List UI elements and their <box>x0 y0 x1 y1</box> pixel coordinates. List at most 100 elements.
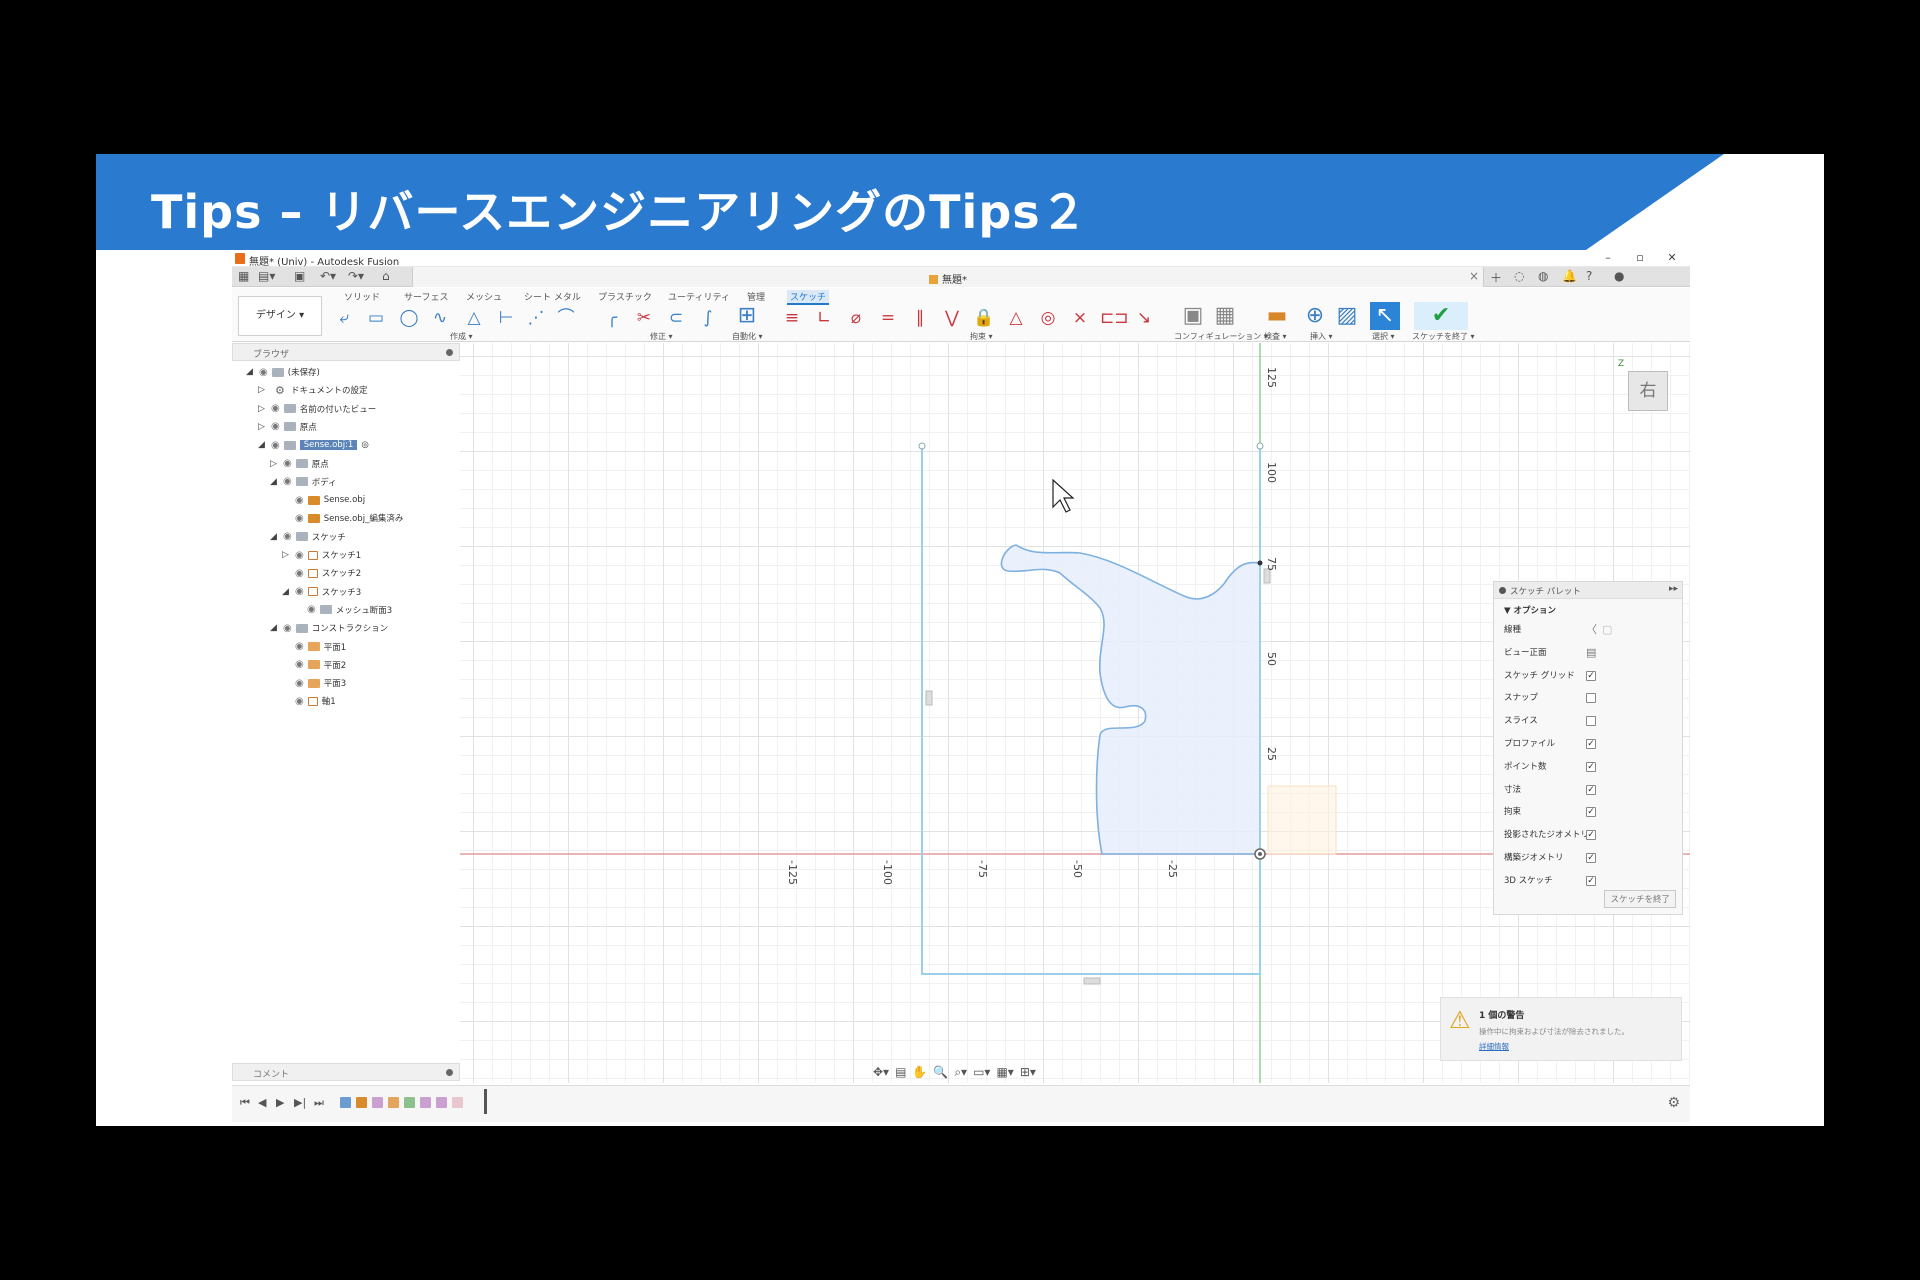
tab-sheet-metal[interactable]: シート メタル <box>524 290 581 303</box>
timeline-marker[interactable] <box>484 1089 487 1114</box>
triangle-constraint-icon[interactable]: △ <box>1004 308 1028 328</box>
circle-icon[interactable]: ◯ <box>397 308 421 328</box>
grid-settings-icon[interactable]: ▦▾ <box>996 1065 1013 1079</box>
document-tab[interactable]: 無題* × <box>412 267 1484 287</box>
arc-icon[interactable]: ⌒ <box>554 308 578 328</box>
close-icon[interactable]: ✕ <box>1662 251 1682 264</box>
browser-node[interactable]: ▷ ◉ スケッチ1 <box>282 546 361 564</box>
visibility-eye-icon[interactable]: ◉ <box>271 403 280 414</box>
concentric-icon[interactable]: ◎ <box>1036 308 1060 328</box>
collapse-arrow-icon[interactable]: ◢ <box>282 587 291 597</box>
browser-node[interactable]: ◉ Sense.obj <box>282 491 365 509</box>
browser-node[interactable]: ◉ メッシュ断面3 <box>294 601 392 619</box>
timeline-first-icon[interactable]: ⏮ <box>240 1096 250 1110</box>
timeline-play-icon[interactable]: ▶ <box>276 1096 284 1109</box>
close-tab-icon[interactable]: × <box>1469 269 1479 283</box>
visibility-eye-icon[interactable]: ◉ <box>307 604 316 615</box>
visibility-eye-icon[interactable]: ◉ <box>295 641 304 652</box>
collapse-arrow-icon[interactable]: ◢ <box>270 477 279 487</box>
browser-node[interactable]: ◉ スケッチ2 <box>282 564 361 582</box>
group-select-label[interactable]: 選択 ▾ <box>1372 331 1395 342</box>
measure-icon[interactable]: ▬ <box>1262 302 1292 330</box>
visibility-eye-icon[interactable]: ◉ <box>295 568 304 579</box>
timeline-next-icon[interactable]: ▶| <box>294 1096 306 1109</box>
curvature-icon[interactable]: ↘ <box>1132 308 1156 328</box>
linetype-icon[interactable]: 〈 <box>1586 619 1597 642</box>
visibility-eye-icon[interactable]: ◉ <box>295 513 304 524</box>
collapse-arrow-icon[interactable]: ◢ <box>258 440 267 450</box>
visibility-eye-icon[interactable]: ◉ <box>295 550 304 561</box>
visibility-eye-icon[interactable]: ◉ <box>295 678 304 689</box>
browser-node[interactable]: ◢ ◉ (未保存) <box>246 363 320 381</box>
timeline-feature[interactable] <box>388 1097 399 1108</box>
tab-plastic[interactable]: プラスチック <box>598 290 652 303</box>
browser-node[interactable]: ◢ ◉ Sense.obj:1 ◎ <box>258 436 369 454</box>
workspace-switcher[interactable]: デザイン ▾ <box>238 296 322 336</box>
viewports-icon[interactable]: ⊞▾ <box>1020 1065 1036 1079</box>
spline-icon[interactable]: ∿ <box>428 308 452 328</box>
timeline-feature[interactable] <box>404 1097 415 1108</box>
expand-arrow-icon[interactable]: ▷ <box>258 385 267 395</box>
dimension-line-icon[interactable]: ⊢ <box>494 308 518 328</box>
save-icon[interactable]: ▣ <box>294 269 305 283</box>
visibility-eye-icon[interactable]: ◉ <box>295 659 304 670</box>
browser-node[interactable]: ◢ ◉ スケッチ3 <box>282 583 361 601</box>
restore-icon[interactable]: ▫ <box>1630 251 1650 264</box>
construction-linetype-icon[interactable]: ▢ <box>1602 619 1612 642</box>
group-configuration-label[interactable]: コンフィギュレーション ▾ <box>1174 331 1268 342</box>
sketch-palette-header[interactable]: スケッチ パレット ▸▸ <box>1494 582 1682 599</box>
tangent-icon[interactable]: ⌀ <box>844 308 868 328</box>
browser-node[interactable]: ◉ Sense.obj_編集済み <box>282 509 403 527</box>
browser-pin-icon[interactable] <box>446 349 453 356</box>
visibility-eye-icon[interactable]: ◉ <box>283 458 292 469</box>
fit-icon[interactable]: ⌕▾ <box>954 1065 967 1080</box>
visibility-eye-icon[interactable]: ◉ <box>295 586 304 597</box>
palette-option-checkbox[interactable]: ✓ <box>1586 807 1596 818</box>
browser-node[interactable]: ◉ 軸1 <box>282 692 336 710</box>
offset-icon[interactable]: ⊂ <box>664 308 688 328</box>
visibility-eye-icon[interactable]: ◉ <box>271 421 280 432</box>
timeline-feature[interactable] <box>452 1097 463 1108</box>
pan-icon[interactable]: ✋ <box>912 1065 927 1079</box>
midpoint-icon[interactable]: ⨯ <box>1068 308 1092 328</box>
display-settings-icon[interactable]: ▭▾ <box>973 1065 990 1079</box>
tab-utility[interactable]: ユーティリティ <box>668 290 730 303</box>
activate-component-icon[interactable]: ◎ <box>361 440 368 450</box>
expand-arrow-icon[interactable]: ▷ <box>258 422 267 432</box>
browser-node[interactable]: ◉ 平面3 <box>282 674 346 692</box>
polygon-icon[interactable]: △ <box>462 308 486 328</box>
browser-node[interactable]: ▷ ◉ 名前の付いたビュー <box>258 400 376 418</box>
palette-options-section[interactable]: ▼ オプション <box>1494 599 1682 619</box>
fix-lock-icon[interactable]: 🔒 <box>972 308 996 328</box>
look-at-icon[interactable]: ▤ <box>1586 642 1596 665</box>
visibility-eye-icon[interactable]: ◉ <box>295 495 304 506</box>
zoom-icon[interactable]: 🔍 <box>933 1065 948 1079</box>
expand-arrow-icon[interactable]: ▷ <box>258 404 267 414</box>
visibility-eye-icon[interactable]: ◉ <box>295 696 304 707</box>
configuration-icon[interactable]: ▣ <box>1178 302 1208 330</box>
browser-node[interactable]: ◢ ◉ ボディ <box>270 473 337 491</box>
browser-node[interactable]: ◢ ◉ コンストラクション <box>270 619 388 637</box>
warning-details-link[interactable]: 詳細情報 <box>1479 1041 1509 1052</box>
finish-sketch-icon[interactable]: ✔ <box>1414 302 1468 330</box>
orbit-icon[interactable]: ✥▾ <box>873 1065 889 1079</box>
symmetry-icon[interactable]: ⊏⊐ <box>1100 308 1129 328</box>
collapse-arrow-icon[interactable]: ◢ <box>246 367 255 377</box>
expand-arrow-icon[interactable]: ▷ <box>282 550 291 560</box>
comment-pin-icon[interactable] <box>446 1069 453 1076</box>
group-finish-sketch-label[interactable]: スケッチを終了 ▾ <box>1412 331 1475 342</box>
palette-expand-icon[interactable]: ▸▸ <box>1669 584 1678 594</box>
timeline-last-icon[interactable]: ⏭ <box>314 1096 324 1110</box>
tab-surface[interactable]: サーフェス <box>404 290 448 303</box>
timeline-feature[interactable] <box>420 1097 431 1108</box>
browser-node[interactable]: ▷ ◉ 原点 <box>270 455 329 473</box>
automate-icon[interactable]: ⊞ <box>732 302 762 330</box>
equal-icon[interactable]: = <box>876 308 900 328</box>
undo-icon[interactable]: ↶▾ <box>320 269 336 283</box>
project-icon[interactable]: ⤶ <box>332 308 356 328</box>
palette-option-checkbox[interactable]: ✓ <box>1586 761 1596 772</box>
timeline-feature[interactable] <box>356 1097 367 1108</box>
group-insert-label[interactable]: 挿入 ▾ <box>1310 331 1333 342</box>
browser-node[interactable]: ◢ ◉ スケッチ <box>270 528 346 546</box>
palette-option-checkbox[interactable]: ✓ <box>1586 670 1596 681</box>
